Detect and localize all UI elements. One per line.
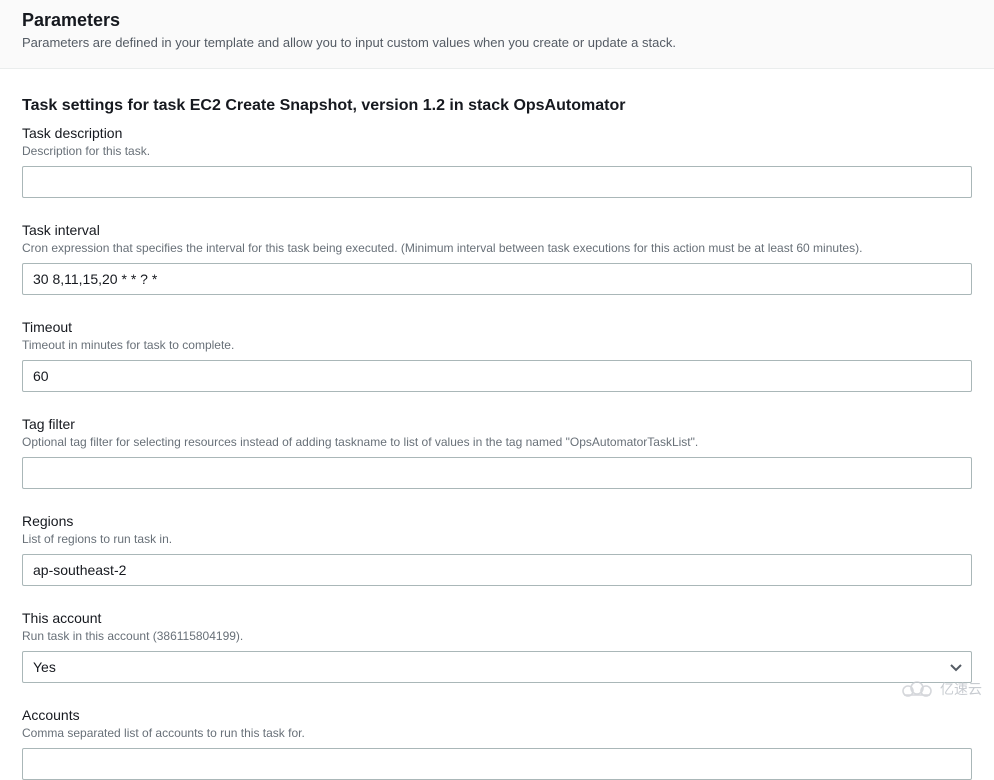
parameters-header: Parameters Parameters are defined in you… bbox=[0, 0, 994, 69]
page-description: Parameters are defined in your template … bbox=[22, 35, 972, 50]
regions-label: Regions bbox=[22, 513, 972, 529]
this-account-select-value: Yes bbox=[33, 659, 56, 675]
this-account-select[interactable]: Yes bbox=[22, 651, 972, 683]
field-task-description: Task description Description for this ta… bbox=[22, 125, 972, 198]
tag-filter-input[interactable] bbox=[22, 457, 972, 489]
regions-hint: List of regions to run task in. bbox=[22, 530, 972, 548]
accounts-hint: Comma separated list of accounts to run … bbox=[22, 724, 972, 742]
timeout-hint: Timeout in minutes for task to complete. bbox=[22, 336, 972, 354]
tag-filter-hint: Optional tag filter for selecting resour… bbox=[22, 433, 972, 451]
field-regions: Regions List of regions to run task in. bbox=[22, 513, 972, 586]
accounts-label: Accounts bbox=[22, 707, 972, 723]
task-description-hint: Description for this task. bbox=[22, 142, 972, 160]
tag-filter-label: Tag filter bbox=[22, 416, 972, 432]
field-accounts: Accounts Comma separated list of account… bbox=[22, 707, 972, 780]
field-timeout: Timeout Timeout in minutes for task to c… bbox=[22, 319, 972, 392]
main-content: Task settings for task EC2 Create Snapsh… bbox=[0, 69, 994, 780]
task-description-input[interactable] bbox=[22, 166, 972, 198]
this-account-label: This account bbox=[22, 610, 972, 626]
watermark-text: 亿速云 bbox=[940, 679, 982, 699]
page-title: Parameters bbox=[22, 10, 972, 31]
watermark: 亿速云 bbox=[900, 679, 982, 699]
section-title: Task settings for task EC2 Create Snapsh… bbox=[22, 97, 972, 115]
this-account-select-wrap: Yes bbox=[22, 651, 972, 683]
regions-input[interactable] bbox=[22, 554, 972, 586]
timeout-input[interactable] bbox=[22, 360, 972, 392]
task-interval-label: Task interval bbox=[22, 222, 972, 238]
task-interval-input[interactable] bbox=[22, 263, 972, 295]
field-this-account: This account Run task in this account (3… bbox=[22, 610, 972, 683]
timeout-label: Timeout bbox=[22, 319, 972, 335]
this-account-hint: Run task in this account (386115804199). bbox=[22, 627, 972, 645]
task-description-label: Task description bbox=[22, 125, 972, 141]
task-interval-hint: Cron expression that specifies the inter… bbox=[22, 239, 972, 257]
field-task-interval: Task interval Cron expression that speci… bbox=[22, 222, 972, 295]
accounts-input[interactable] bbox=[22, 748, 972, 780]
cloud-icon bbox=[900, 679, 934, 699]
field-tag-filter: Tag filter Optional tag filter for selec… bbox=[22, 416, 972, 489]
